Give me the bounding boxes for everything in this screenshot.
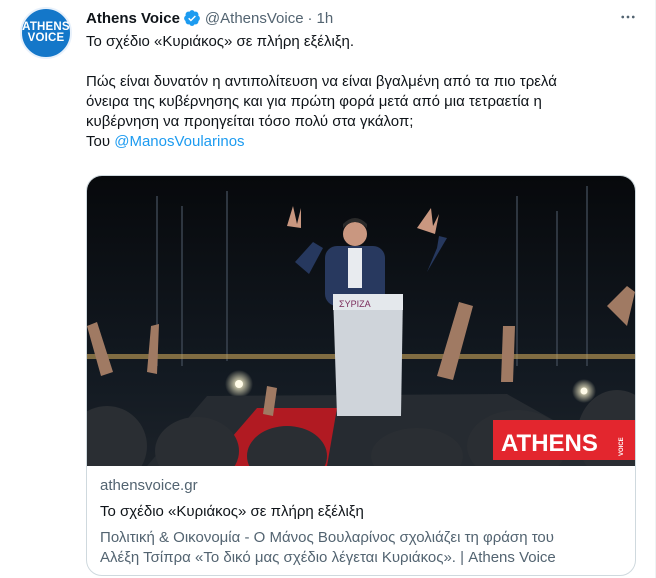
tweet-para-line-1: Πώς είναι δυνατόν η αντιπολίτευση να είν…	[86, 73, 557, 90]
more-icon[interactable]	[616, 6, 640, 28]
avatar-text-line2: VOICE	[27, 32, 65, 44]
mention-link[interactable]: @ManosVoularinos	[114, 133, 244, 150]
avatar[interactable]: ATHENS VOICE	[20, 7, 72, 59]
tweet-para-line-3: κυβέρνηση να προηγείται τόσο πολύ στα γκ…	[86, 113, 414, 130]
watermark-logo: ATHENS	[501, 430, 598, 457]
card-title: Το σχέδιο «Κυριάκος» σε πλήρη εξέλιξη	[100, 503, 364, 520]
card-desc-line-1: Πολιτική & Οικονομία - Ο Μάνος Βουλαρίνο…	[100, 529, 554, 546]
byline-prefix: Του	[86, 133, 111, 150]
author-name[interactable]: Athens Voice	[86, 10, 180, 27]
card-desc-line-2: Αλέξη Τσίπρα «Το δικό μας σχέδιο λέγεται…	[100, 549, 556, 566]
link-card[interactable]: ΣΥΡΙΖΑ ATHENS VOICE athensvoice.gr Το σχ…	[86, 175, 636, 576]
tweet-line-1: Το σχέδιο «Κυριάκος» σε πλήρη εξέλιξη.	[86, 33, 355, 50]
tweet-timestamp[interactable]: 1h	[317, 10, 334, 27]
card-description: Πολιτική & Οικονομία - Ο Μάνος Βουλαρίνο…	[100, 528, 630, 568]
tweet-header: Athens Voice @AthensVoice · 1h	[86, 8, 333, 28]
card-image[interactable]: ΣΥΡΙΖΑ ATHENS VOICE	[87, 176, 635, 466]
tweet[interactable]: ATHENS VOICE Athens Voice @AthensVoice ·…	[0, 0, 656, 578]
podium-logo: ΣΥΡΙΖΑ	[339, 299, 371, 309]
tweet-para-line-2: όνειρα της κυβέρνησης και για πρώτη φορά…	[86, 93, 542, 110]
tweet-text: Το σχέδιο «Κυριάκος» σε πλήρη εξέλιξη. Π…	[86, 32, 638, 152]
tweet-byline: Του @ManosVoularinos	[86, 132, 638, 152]
card-domain: athensvoice.gr	[100, 477, 198, 494]
watermark-logo-small: VOICE	[619, 437, 625, 456]
card-meta[interactable]: athensvoice.gr Το σχέδιο «Κυριάκος» σε π…	[100, 476, 630, 568]
verified-badge-icon	[183, 9, 201, 27]
header-separator: ·	[307, 9, 313, 27]
author-handle[interactable]: @AthensVoice	[205, 10, 304, 27]
